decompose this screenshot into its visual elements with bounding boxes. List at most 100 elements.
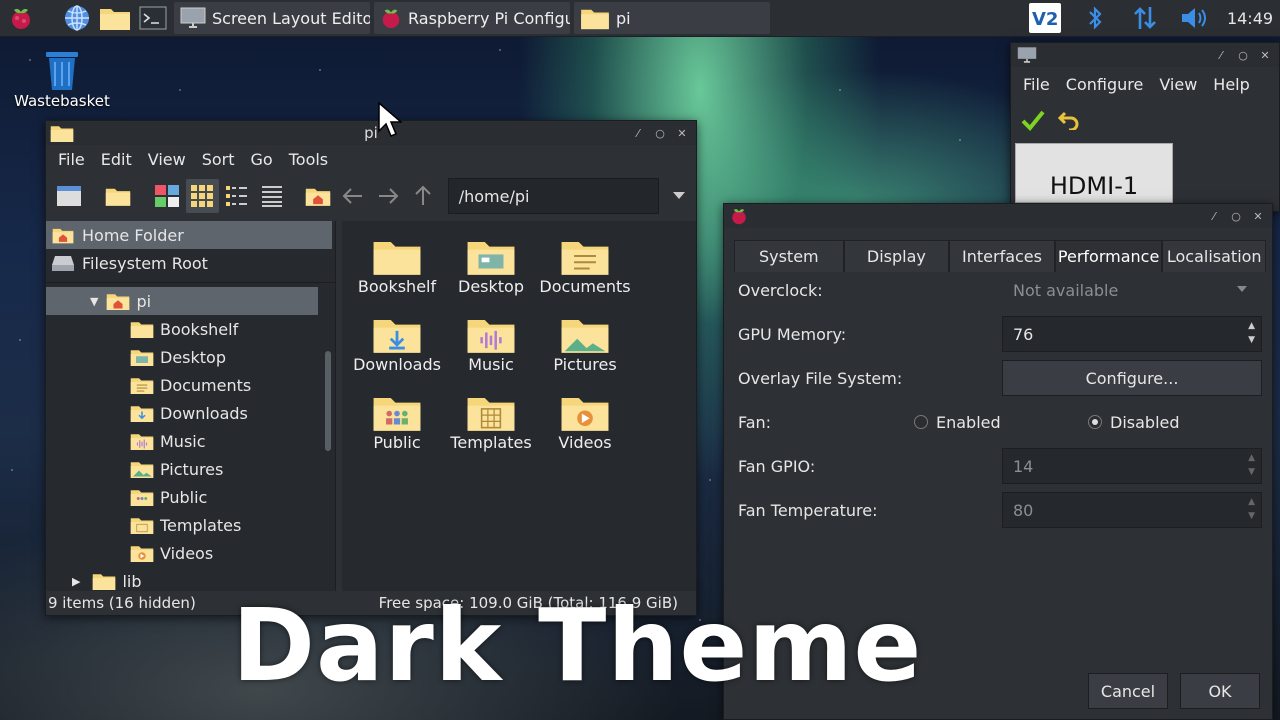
file-manager-titlebar[interactable]: pi ⁄ ○ ✕ bbox=[46, 121, 696, 145]
list-view-button[interactable] bbox=[256, 179, 289, 213]
file-item-label: Bookshelf bbox=[357, 277, 437, 296]
menu-view[interactable]: View bbox=[140, 150, 194, 169]
maximize-button[interactable]: ○ bbox=[1233, 45, 1253, 65]
file-item-label: Documents bbox=[539, 277, 631, 296]
maximize-button[interactable]: ○ bbox=[650, 123, 670, 143]
file-item[interactable]: Public bbox=[350, 385, 444, 463]
tree-node-bookshelf[interactable]: Bookshelf bbox=[46, 315, 318, 343]
tree-node-public[interactable]: Public bbox=[46, 483, 318, 511]
minimize-button[interactable]: ⁄ bbox=[628, 123, 648, 143]
maximize-button[interactable]: ○ bbox=[1226, 206, 1246, 226]
bluetooth-icon[interactable] bbox=[1070, 5, 1120, 31]
gpu-memory-spinbox[interactable]: 76 ▲ ▼ bbox=[1002, 316, 1262, 352]
new-window-button[interactable] bbox=[52, 179, 85, 213]
menu-configure[interactable]: Configure bbox=[1058, 75, 1152, 94]
tree-node-pictures[interactable]: Pictures bbox=[46, 455, 318, 483]
tree-node-desktop[interactable]: Desktop bbox=[46, 343, 318, 371]
overclock-select[interactable]: Not available bbox=[1002, 272, 1262, 308]
close-button[interactable]: ✕ bbox=[672, 123, 692, 143]
new-tab-button[interactable] bbox=[101, 179, 134, 213]
close-button[interactable]: ✕ bbox=[1248, 206, 1268, 226]
file-item[interactable]: Downloads bbox=[350, 307, 444, 385]
file-item[interactable]: Music bbox=[444, 307, 538, 385]
file-item[interactable]: Pictures bbox=[538, 307, 632, 385]
menu-sort[interactable]: Sort bbox=[194, 150, 243, 169]
file-manager-icon[interactable] bbox=[98, 1, 132, 35]
tab-localisation[interactable]: Localisation bbox=[1162, 240, 1267, 272]
menu-file[interactable]: File bbox=[50, 150, 93, 169]
overclock-row: Overclock: Not available bbox=[738, 272, 1266, 308]
tree-node-downloads[interactable]: Downloads bbox=[46, 399, 318, 427]
menu-help[interactable]: Help bbox=[1205, 75, 1257, 94]
fan-gpio-label: Fan GPIO: bbox=[738, 456, 816, 476]
tree-node-templates[interactable]: Templates bbox=[46, 511, 318, 539]
menu-file[interactable]: File bbox=[1015, 75, 1058, 94]
place-filesystem-root[interactable]: Filesystem Root bbox=[46, 249, 335, 277]
task-file-manager-pi[interactable]: pi bbox=[574, 2, 770, 34]
menu-edit[interactable]: Edit bbox=[93, 150, 140, 169]
raspberry-menu-icon[interactable] bbox=[4, 1, 38, 35]
file-item[interactable]: Documents bbox=[538, 229, 632, 307]
tree-scrollbar[interactable] bbox=[325, 351, 331, 451]
tab-performance[interactable]: Performance bbox=[1054, 240, 1163, 272]
screen-layout-titlebar[interactable]: ⁄ ○ ✕ bbox=[1011, 43, 1279, 67]
display-hdmi-1[interactable]: HDMI-1 bbox=[1015, 143, 1173, 203]
apply-check-icon[interactable] bbox=[1021, 109, 1045, 131]
fan-temperature-spinbox[interactable]: 80 ▲ ▼ bbox=[1002, 492, 1262, 528]
tree-node-music[interactable]: Music bbox=[46, 427, 318, 455]
cancel-button[interactable]: Cancel bbox=[1088, 673, 1168, 709]
file-item[interactable]: Videos bbox=[538, 385, 632, 463]
undo-arrow-icon[interactable] bbox=[1057, 110, 1081, 130]
place-home-folder[interactable]: Home Folder bbox=[46, 221, 332, 249]
system-tray: V2 14:49 bbox=[1020, 0, 1280, 37]
vnc-icon[interactable]: V2 bbox=[1020, 2, 1070, 34]
video-caption: Dark Theme bbox=[232, 587, 923, 704]
volume-icon[interactable] bbox=[1170, 6, 1220, 30]
web-browser-icon[interactable] bbox=[60, 1, 94, 35]
tab-interfaces[interactable]: Interfaces bbox=[949, 240, 1055, 272]
network-icon[interactable] bbox=[1120, 5, 1170, 31]
thumbnail-view-button[interactable] bbox=[185, 179, 219, 213]
config-titlebar[interactable]: ⁄ ○ ✕ bbox=[724, 204, 1272, 228]
forward-arrow-icon[interactable] bbox=[371, 179, 404, 213]
back-arrow-icon[interactable] bbox=[336, 179, 369, 213]
task-screen-layout-editor[interactable]: Screen Layout Editor bbox=[174, 2, 370, 34]
file-item[interactable]: Templates bbox=[444, 385, 538, 463]
tree-label: Bookshelf bbox=[160, 319, 239, 339]
tab-display[interactable]: Display bbox=[843, 240, 950, 272]
music-folder-icon bbox=[130, 431, 154, 451]
close-button[interactable]: ✕ bbox=[1255, 45, 1275, 65]
tree-node-documents[interactable]: Documents bbox=[46, 371, 318, 399]
up-arrow-icon[interactable] bbox=[407, 179, 440, 213]
clock[interactable]: 14:49 bbox=[1220, 9, 1280, 28]
menu-go[interactable]: Go bbox=[243, 150, 281, 169]
file-item-label: Downloads bbox=[353, 355, 441, 374]
fan-enabled-radio[interactable]: Enabled bbox=[914, 413, 1001, 432]
overlay-configure-button[interactable]: Configure... bbox=[1002, 360, 1262, 396]
path-history-dropdown[interactable] bbox=[663, 179, 696, 213]
compact-view-button[interactable] bbox=[221, 179, 254, 213]
task-raspberry-pi-configuration[interactable]: Raspberry Pi Configu... bbox=[374, 2, 570, 34]
minimize-button[interactable]: ⁄ bbox=[1211, 45, 1231, 65]
spin-arrows-icon[interactable]: ▲ ▼ bbox=[1248, 495, 1255, 523]
spin-arrows-icon[interactable]: ▲ ▼ bbox=[1248, 319, 1255, 347]
file-item[interactable]: Desktop bbox=[444, 229, 538, 307]
file-item[interactable]: Bookshelf bbox=[350, 229, 444, 307]
minimize-button[interactable]: ⁄ bbox=[1204, 206, 1224, 226]
tree-node-videos[interactable]: Videos bbox=[46, 539, 318, 567]
home-folder-button[interactable] bbox=[301, 179, 334, 213]
menu-view[interactable]: View bbox=[1151, 75, 1205, 94]
folder-icon bbox=[92, 571, 116, 591]
wastebasket-desktop-icon[interactable]: Wastebasket bbox=[10, 50, 114, 110]
spin-arrows-icon[interactable]: ▲ ▼ bbox=[1248, 451, 1255, 479]
screen-layout-editor-window: ⁄ ○ ✕ File Configure View Help HDMI-1 bbox=[1010, 42, 1280, 212]
menu-tools[interactable]: Tools bbox=[281, 150, 336, 169]
ok-button[interactable]: OK bbox=[1180, 673, 1260, 709]
terminal-icon[interactable] bbox=[136, 1, 170, 35]
tab-system[interactable]: System bbox=[734, 240, 844, 272]
icon-view-button[interactable] bbox=[150, 179, 183, 213]
tree-node-pi[interactable]: ▼ pi bbox=[46, 287, 318, 315]
fan-gpio-spinbox[interactable]: 14 ▲ ▼ bbox=[1002, 448, 1262, 484]
path-bar-input[interactable]: /home/pi bbox=[447, 178, 659, 214]
fan-disabled-radio[interactable]: Disabled bbox=[1088, 413, 1180, 432]
